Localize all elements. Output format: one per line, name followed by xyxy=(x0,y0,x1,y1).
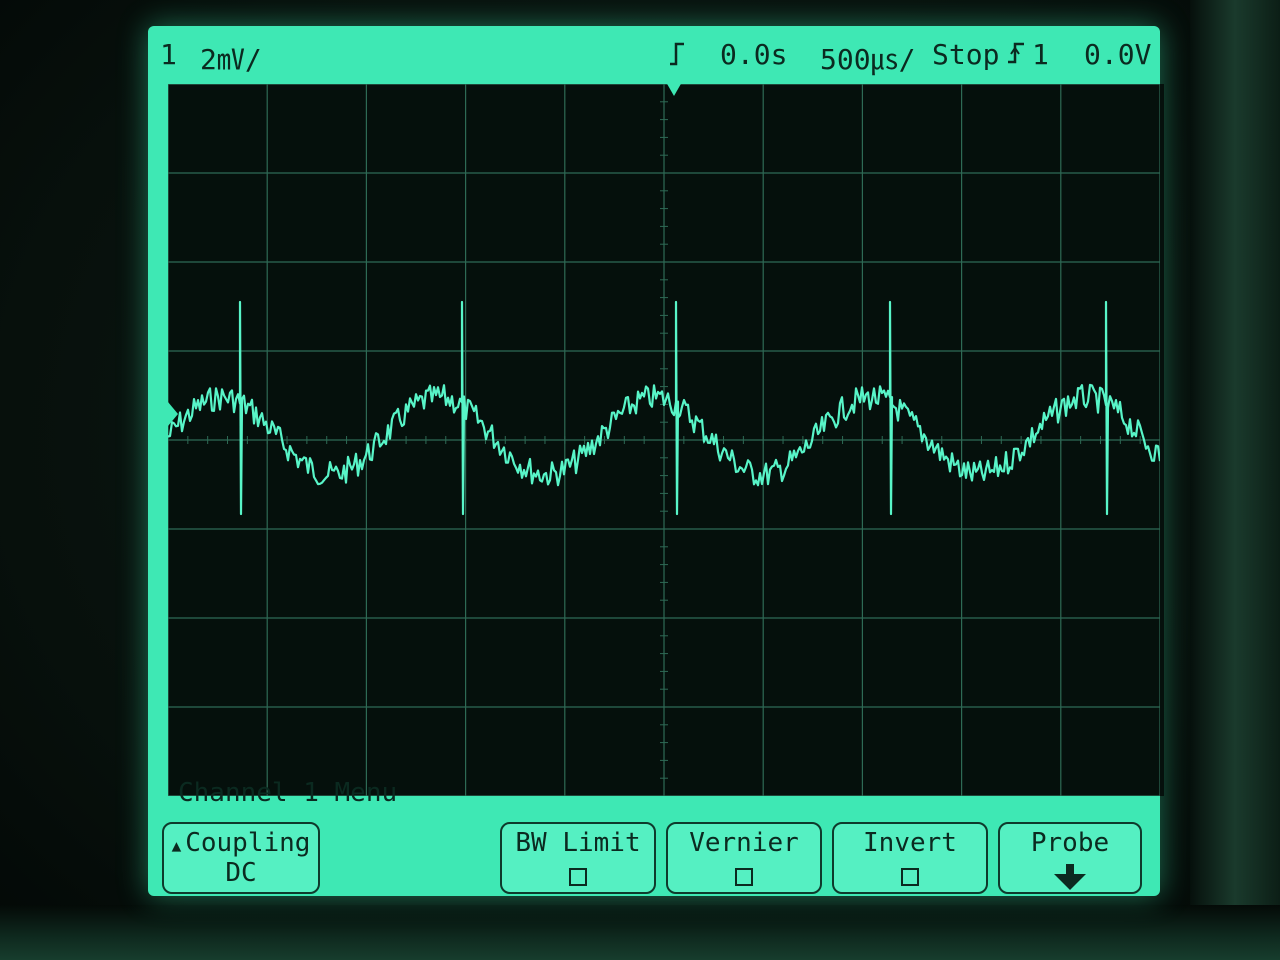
bw-limit-label: BW Limit xyxy=(515,828,641,858)
vernier-label: Vernier xyxy=(689,828,799,858)
bezel-right-rim xyxy=(1190,0,1280,960)
invert-label: Invert xyxy=(863,828,957,858)
status-bar: 1 2㎷/ 0.0s 500㎲/ Stop 1 0.0V xyxy=(148,26,1160,84)
channel-number: 1 xyxy=(160,38,177,71)
waveform-display xyxy=(168,84,1164,796)
bezel-bottom-edge xyxy=(0,905,1280,960)
run-state: Stop xyxy=(932,38,1000,71)
trigger-level: 0.0V xyxy=(1084,38,1152,71)
down-arrow-icon xyxy=(1054,864,1086,890)
vernier-checkbox[interactable] xyxy=(735,868,753,886)
coupling-softkey[interactable]: ▲ Coupling DC xyxy=(162,822,320,894)
down-triangle-icon xyxy=(667,84,681,96)
probe-softkey[interactable]: Probe xyxy=(998,822,1142,894)
time-per-div: 500㎲/ xyxy=(820,43,916,76)
rising-edge-icon xyxy=(1006,40,1026,73)
trigger-edge-icon xyxy=(668,40,686,73)
scope-screen: 1 2㎷/ 0.0s 500㎲/ Stop 1 0.0V Channel 1 M… xyxy=(148,26,1164,896)
up-triangle-icon: ▲ xyxy=(171,836,182,855)
bw-limit-softkey[interactable]: BW Limit xyxy=(500,822,656,894)
probe-label: Probe xyxy=(1030,828,1110,858)
menu-title: Channel 1 Menu xyxy=(178,778,398,808)
invert-softkey[interactable]: Invert xyxy=(832,822,988,894)
trigger-channel: 1 xyxy=(1032,38,1049,71)
graticule-grid xyxy=(168,84,1160,796)
grid-lines xyxy=(168,84,1160,796)
delay-readout: 0.0s xyxy=(720,38,788,71)
volts-per-div: 2㎷/ xyxy=(200,43,262,76)
vernier-softkey[interactable]: Vernier xyxy=(666,822,822,894)
bw-limit-checkbox[interactable] xyxy=(569,868,587,886)
coupling-value: DC xyxy=(225,858,257,888)
invert-checkbox[interactable] xyxy=(901,868,919,886)
coupling-label: Coupling xyxy=(185,828,311,858)
